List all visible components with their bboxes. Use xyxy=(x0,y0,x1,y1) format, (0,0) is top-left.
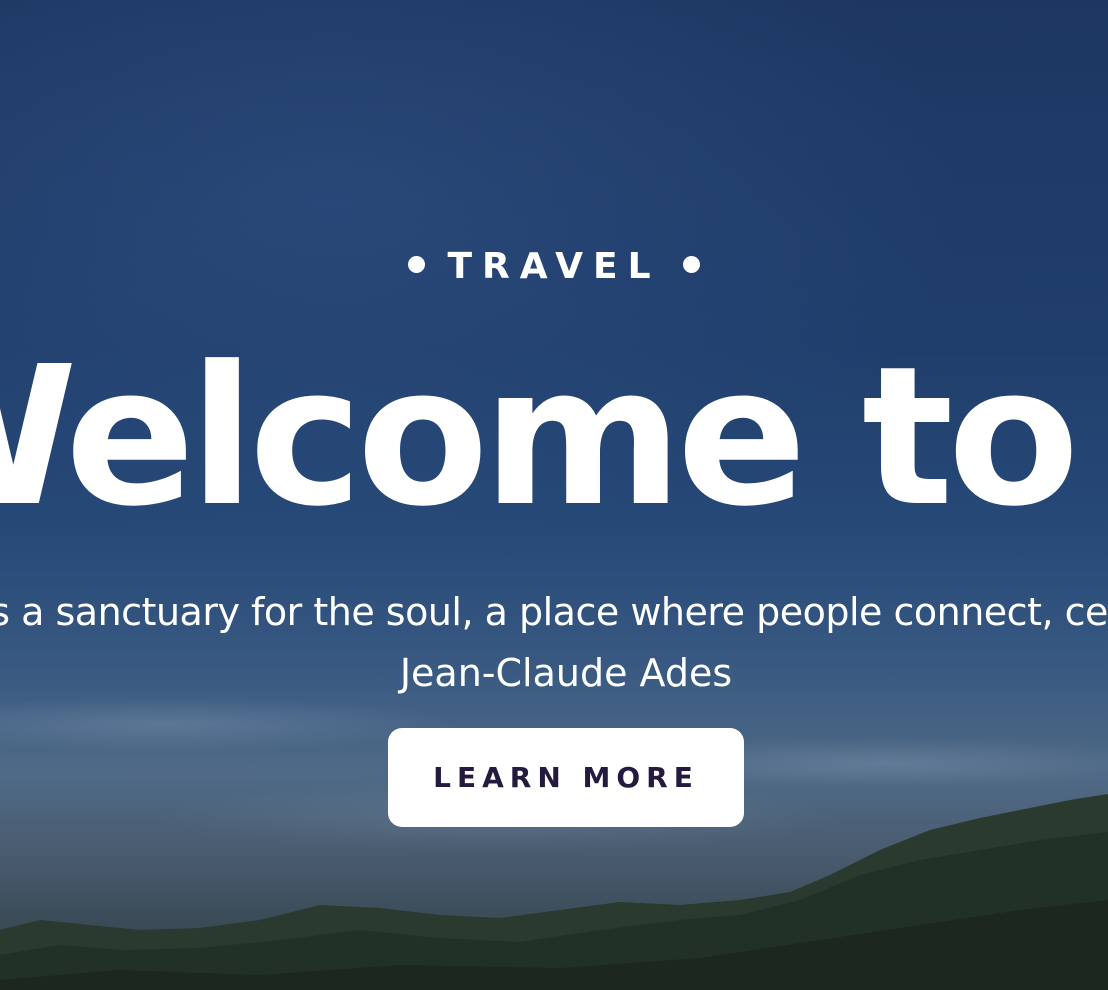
bullet-dot-left xyxy=(408,255,426,273)
learn-more-button[interactable]: LEARN MORE xyxy=(388,728,744,827)
hero-headline: Welcome to Ibiza xyxy=(0,326,1108,549)
bullet-dot-right xyxy=(682,255,700,273)
category-kicker: TRAVEL xyxy=(0,244,1108,289)
hero-section: TRAVEL Welcome to Ibiza Ibiza is a sanct… xyxy=(0,0,1108,990)
hero-quote: Ibiza is a sanctuary for the soul, a pla… xyxy=(0,590,1108,634)
quote-author: Jean-Claude Ades xyxy=(399,651,733,695)
category-label: TRAVEL xyxy=(447,246,661,287)
